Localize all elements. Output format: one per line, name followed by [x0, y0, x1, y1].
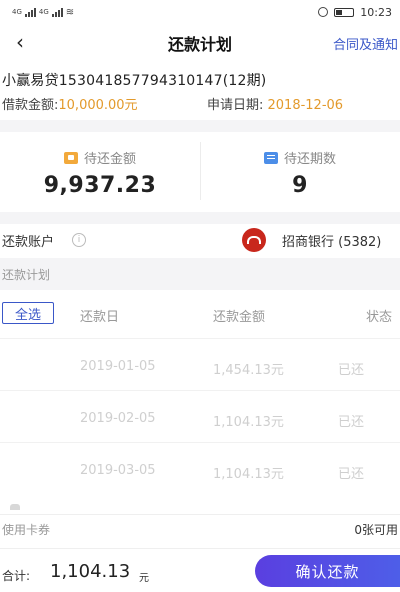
footer-bar: 合计: 1,104.13 元 确认还款 — [0, 548, 400, 592]
pending-amount-value: 9,937.23 — [43, 173, 157, 198]
pending-periods-label-row: 待还期数 — [263, 148, 336, 167]
voucher-row[interactable]: 使用卡券 0张可用 — [0, 514, 400, 544]
wifi-icon: ≋ — [65, 6, 75, 18]
status-bar: 4G 4G ≋ 10:23 — [0, 0, 400, 24]
network-label-1: 4G — [12, 8, 22, 16]
list-icon — [263, 151, 278, 164]
row-status: 已还 — [338, 363, 365, 378]
row-amount: 1,104.13元 — [213, 467, 284, 482]
plan-table-header: 全选 还款日 还款金额 状态 — [0, 296, 400, 330]
pending-periods-label: 待还期数 — [283, 152, 336, 167]
summary-panel: 待还金额 9,937.23 待还期数 9 — [0, 132, 400, 212]
summary-divider — [200, 142, 201, 200]
contract-notice-link[interactable]: 合同及通知 — [333, 34, 398, 53]
confirm-repay-button[interactable]: 确认还款 — [255, 555, 400, 587]
loan-amount-label: 借款金额: — [2, 98, 59, 113]
apply-date-label: 申请日期: — [207, 98, 268, 113]
battery-icon — [334, 7, 355, 17]
row-status: 已还 — [338, 467, 365, 482]
nav-bar: ‹ 还款计划 合同及通知 — [0, 24, 400, 62]
pending-amount-label: 待还金额 — [83, 152, 136, 167]
signal-icon-2 — [51, 7, 63, 17]
row-status: 已还 — [338, 415, 365, 430]
table-row: 2019-02-05 1,104.13元 已还 — [0, 390, 400, 442]
apply-date: 申请日期: 2018-12-06 — [207, 94, 343, 113]
select-all-button[interactable]: 全选 — [2, 302, 54, 324]
section-divider — [0, 120, 400, 132]
loan-info-row: 借款金额: 10,000.00元 申请日期: 2018-12-06 — [2, 94, 398, 113]
repayment-account-row[interactable]: 还款账户 i 招商银行 (5382) — [0, 224, 400, 256]
column-header-status: 状态 — [366, 310, 393, 325]
wallet-icon — [63, 151, 78, 164]
account-label: 还款账户 — [2, 234, 55, 250]
row-amount: 1,454.13元 — [213, 363, 284, 378]
section-divider-2 — [0, 212, 400, 224]
bank-logo-icon — [242, 228, 266, 252]
row-date: 2019-01-05 — [80, 359, 156, 374]
voucher-label: 使用卡券 — [2, 523, 51, 537]
status-left: 4G 4G ≋ — [12, 7, 74, 18]
row-date: 2019-03-05 — [80, 463, 156, 478]
pending-amount-label-row: 待还金额 — [63, 148, 136, 167]
bank-name: 招商银行 (5382) — [282, 234, 382, 250]
info-icon[interactable]: i — [72, 233, 86, 247]
row-amount: 1,104.13元 — [213, 415, 284, 430]
network-label-2: 4G — [38, 8, 49, 16]
voucher-value: 0张可用 — [354, 523, 398, 537]
page-title: 还款计划 — [167, 35, 232, 54]
table-row: 2019-01-05 1,454.13元 已还 — [0, 338, 400, 390]
pending-periods-value: 9 — [292, 173, 308, 198]
total-unit: 元 — [139, 573, 149, 584]
pending-amount-cell: 待还金额 9,937.23 — [0, 132, 200, 212]
partial-row-indicator — [10, 504, 20, 510]
apply-date-value: 2018-12-06 — [267, 98, 344, 113]
column-header-amount: 还款金额 — [213, 310, 266, 325]
alarm-icon — [318, 7, 329, 17]
status-right: 10:23 — [318, 6, 392, 19]
row-date: 2019-02-05 — [80, 411, 156, 426]
status-time: 10:23 — [360, 5, 392, 19]
table-row: 2019-03-05 1,104.13元 已还 — [0, 442, 400, 494]
pending-periods-cell: 待还期数 9 — [200, 132, 400, 212]
total-label: 合计: — [2, 569, 31, 583]
loan-amount-value: 10,000.00元 — [58, 98, 138, 113]
loan-name: 小赢易贷153041857794310147(12期) — [2, 73, 267, 89]
column-header-date: 还款日 — [80, 310, 120, 325]
total-value: 1,104.13 — [50, 561, 131, 582]
back-icon[interactable]: ‹ — [8, 30, 32, 54]
plan-section-header: 还款计划 — [0, 258, 400, 290]
signal-icon — [24, 7, 36, 17]
